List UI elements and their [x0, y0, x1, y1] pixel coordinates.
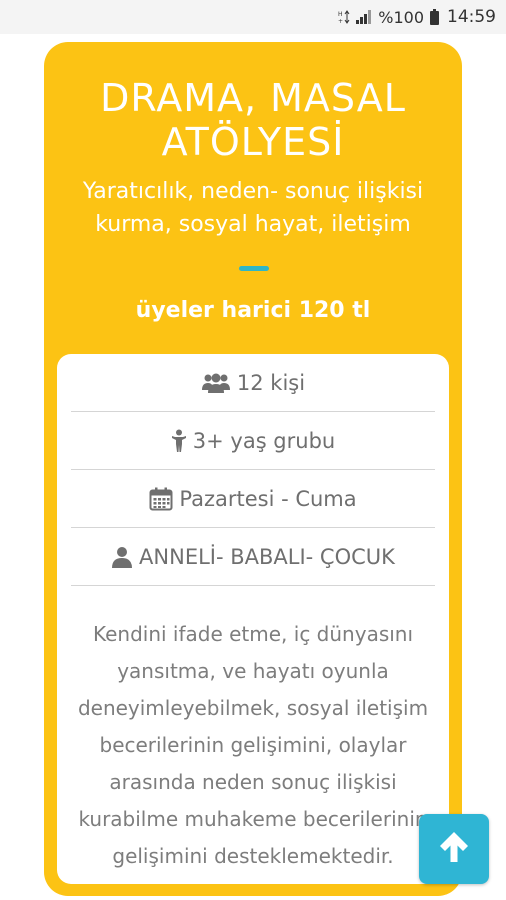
- user-icon: [111, 546, 133, 568]
- workshop-title: DRAMA, MASAL ATÖLYESİ: [100, 76, 406, 164]
- details-panel: 12 kişi 3+ yaş grubu Pazartesi - Cuma AN…: [57, 354, 449, 884]
- signal-strength-icon: [356, 10, 372, 24]
- workshop-card: DRAMA, MASAL ATÖLYESİ Yaratıcılık, neden…: [44, 42, 462, 896]
- audience-row: ANNELİ- BABALI- ÇOCUK: [71, 528, 435, 586]
- status-bar: H + %100 14:59: [0, 0, 506, 34]
- svg-text:+: +: [338, 18, 343, 24]
- battery-percent: %100: [378, 7, 424, 27]
- details-list: 12 kişi 3+ yaş grubu Pazartesi - Cuma AN…: [71, 354, 435, 586]
- workshop-subtitle: Yaratıcılık, neden- sonuç ilişkisi kurma…: [82, 179, 424, 237]
- capacity-row: 12 kişi: [71, 354, 435, 412]
- clock: 14:59: [447, 7, 496, 27]
- days-text: Pazartesi - Cuma: [179, 486, 357, 511]
- data-network-icon: H +: [338, 10, 350, 24]
- battery-icon: [430, 9, 439, 25]
- calendar-icon: [149, 487, 173, 511]
- child-icon: [171, 429, 187, 453]
- age-group-row: 3+ yaş grubu: [71, 412, 435, 470]
- days-row: Pazartesi - Cuma: [71, 470, 435, 528]
- age-group-text: 3+ yaş grubu: [192, 428, 336, 453]
- arrow-up-icon: [437, 829, 471, 869]
- audience-text: ANNELİ- BABALI- ÇOCUK: [139, 544, 395, 569]
- svg-text:H: H: [338, 11, 342, 18]
- title-divider: [239, 266, 269, 271]
- workshop-description: Kendini ifade etme, iç dünyasını yansıtm…: [77, 622, 429, 868]
- scroll-to-top-button[interactable]: [419, 814, 489, 884]
- price-label: üyeler harici 120 tl: [135, 298, 371, 323]
- users-icon: [201, 372, 231, 394]
- capacity-text: 12 kişi: [236, 370, 306, 395]
